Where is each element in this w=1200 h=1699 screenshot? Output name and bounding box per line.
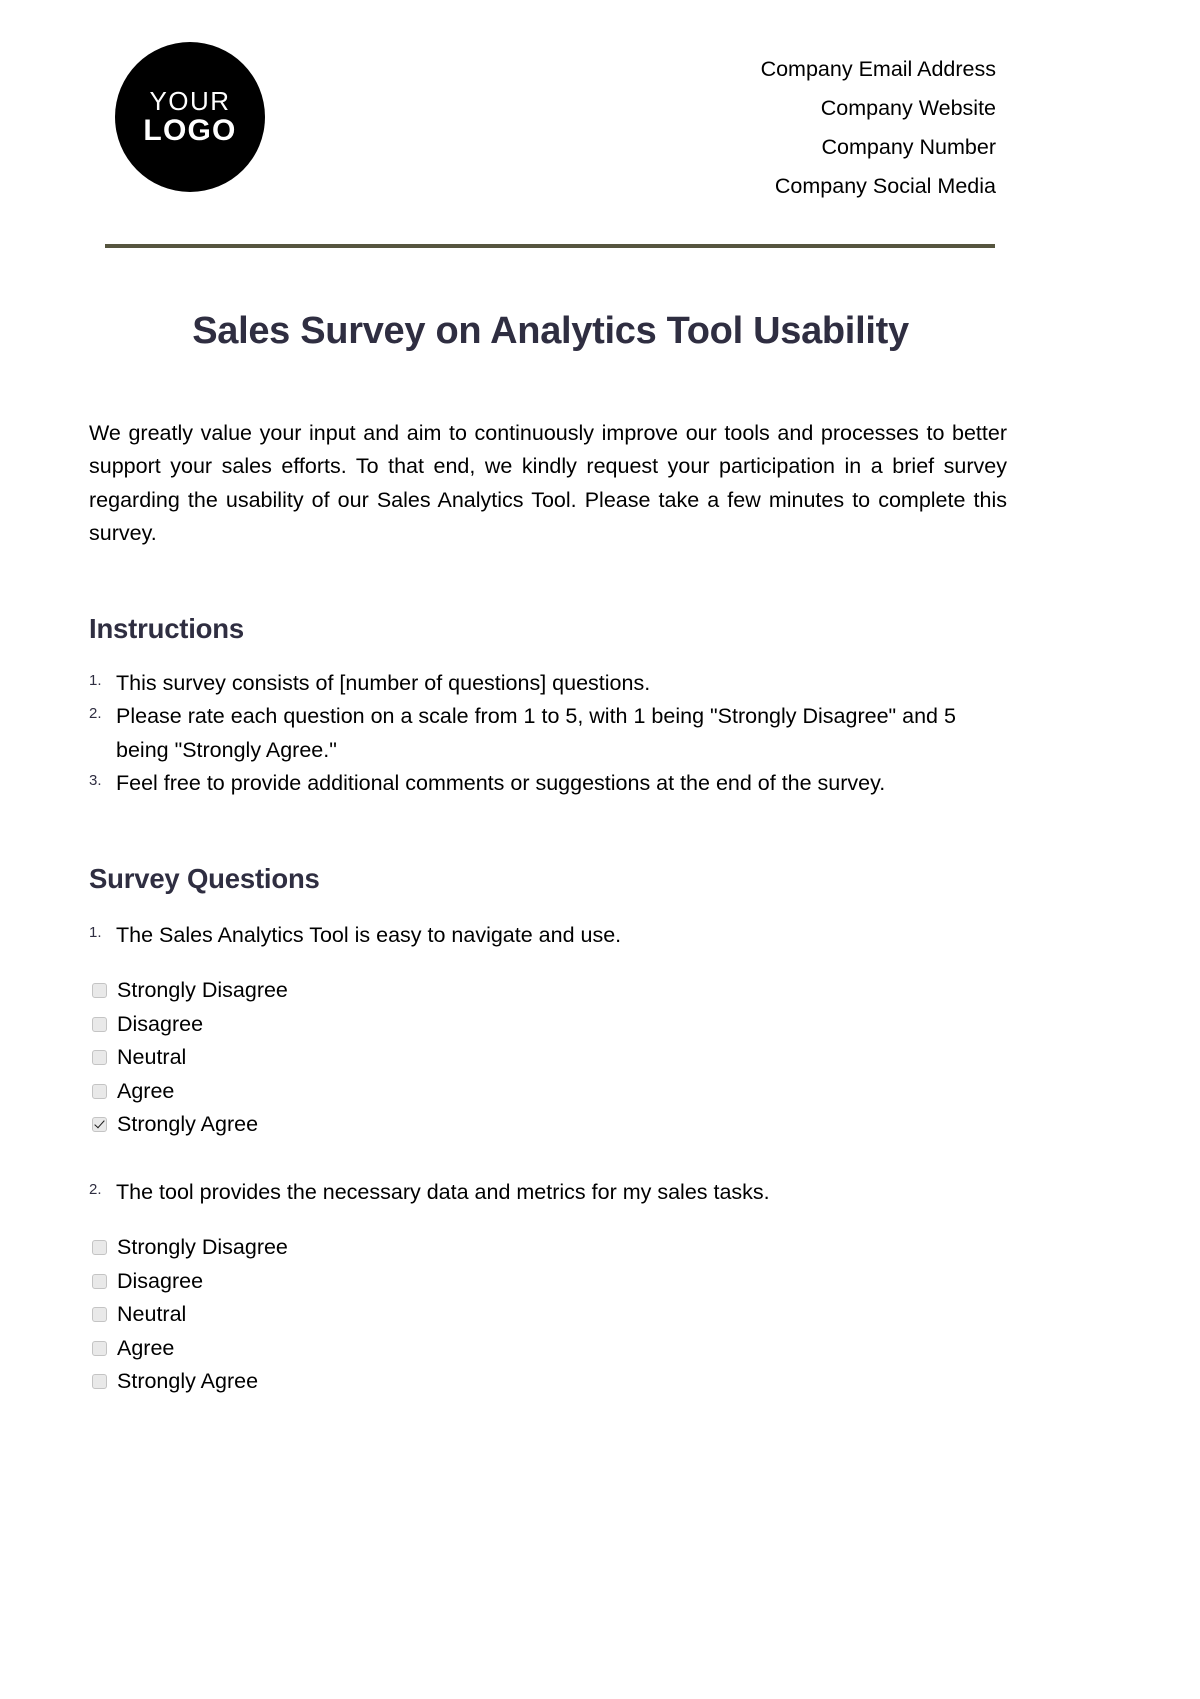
option-row-agree[interactable]: Agree (89, 1075, 1012, 1109)
document-content: Sales Survey on Analytics Tool Usability… (0, 309, 1200, 1399)
checkbox-neutral[interactable] (92, 1050, 107, 1066)
company-contact-block: Company Email Address Company Website Co… (761, 42, 996, 206)
header-divider (105, 244, 995, 248)
instructions-heading: Instructions (89, 612, 244, 644)
option-label: Neutral (117, 1302, 187, 1327)
option-label: Strongly Disagree (117, 1235, 288, 1260)
checkbox-neutral[interactable] (92, 1307, 107, 1323)
option-row-neutral[interactable]: Neutral (89, 1298, 1012, 1332)
checkbox-agree[interactable] (92, 1340, 107, 1356)
option-row-strongly-disagree[interactable]: Strongly Disagree (89, 1231, 1012, 1265)
survey-questions-heading: Survey Questions (89, 862, 320, 894)
contact-number: Company Number (821, 135, 996, 159)
survey-question-2-options: Strongly Disagree Disagree Neutral Agree… (89, 1231, 1012, 1399)
survey-questions-list: The Sales Analytics Tool is easy to navi… (89, 916, 1012, 1399)
company-logo: YOUR LOGO (115, 42, 265, 192)
option-row-disagree[interactable]: Disagree (89, 1265, 1012, 1299)
option-label: Strongly Agree (117, 1112, 259, 1137)
instruction-item: Please rate each question on a scale fro… (89, 697, 956, 762)
option-row-neutral[interactable]: Neutral (89, 1041, 1012, 1075)
contact-website: Company Website (820, 96, 996, 120)
contact-email: Company Email Address (760, 57, 996, 81)
checkbox-strongly-agree[interactable] (92, 1374, 107, 1390)
page-header: YOUR LOGO Company Email Address Company … (0, 0, 1200, 206)
checkbox-strongly-disagree[interactable] (92, 1240, 107, 1256)
option-label: Agree (117, 1335, 175, 1360)
instruction-item: This survey consists of [number of quest… (89, 664, 651, 697)
checkbox-strongly-agree[interactable] (92, 1117, 107, 1133)
option-label: Disagree (117, 1011, 204, 1036)
option-label: Strongly Agree (117, 1369, 259, 1394)
logo-line-your: YOUR (149, 85, 231, 116)
option-label: Strongly Disagree (117, 978, 288, 1003)
option-row-strongly-agree[interactable]: Strongly Agree (89, 1365, 1012, 1399)
survey-question-1: The Sales Analytics Tool is easy to navi… (89, 916, 622, 949)
option-label: Disagree (117, 1268, 204, 1293)
checkbox-disagree[interactable] (92, 1016, 107, 1032)
survey-question-2: The tool provides the necessary data and… (89, 1173, 770, 1206)
checkbox-strongly-disagree[interactable] (92, 983, 107, 999)
option-label: Agree (117, 1078, 175, 1103)
instruction-item: Feel free to provide additional comments… (89, 764, 886, 797)
contact-social-media: Company Social Media (774, 174, 996, 198)
instructions-list: This survey consists of [number of quest… (89, 664, 1012, 801)
logo-line-logo: LOGO (143, 113, 237, 147)
option-row-agree[interactable]: Agree (89, 1332, 1012, 1366)
intro-paragraph: We greatly value your input and aim to c… (89, 420, 1007, 546)
option-row-strongly-agree[interactable]: Strongly Agree (89, 1108, 1012, 1142)
checkbox-disagree[interactable] (92, 1273, 107, 1289)
option-row-disagree[interactable]: Disagree (89, 1008, 1012, 1042)
page-title: Sales Survey on Analytics Tool Usability (192, 310, 909, 352)
survey-question-1-options: Strongly Disagree Disagree Neutral Agree… (89, 974, 1012, 1142)
option-row-strongly-disagree[interactable]: Strongly Disagree (89, 974, 1012, 1008)
document-page: YOUR LOGO Company Email Address Company … (0, 0, 1200, 1699)
option-label: Neutral (117, 1045, 187, 1070)
checkbox-agree[interactable] (92, 1083, 107, 1099)
